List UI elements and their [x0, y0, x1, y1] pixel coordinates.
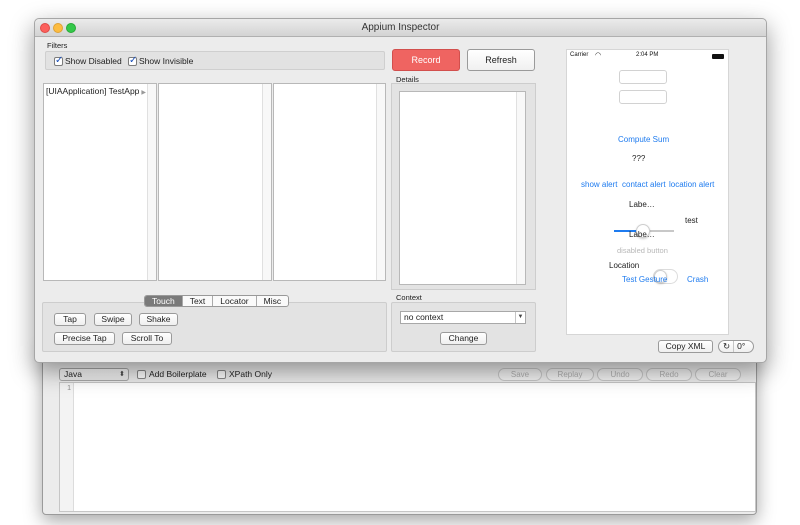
record-button[interactable]: Record — [392, 49, 460, 71]
show-disabled-checkbox[interactable]: Show Disabled — [54, 55, 122, 66]
disabled-button: disabled button — [617, 246, 668, 255]
xpath-only-checkbox[interactable]: XPath Only — [217, 369, 272, 379]
refresh-button[interactable]: Refresh — [467, 49, 535, 71]
scrollbar[interactable] — [147, 84, 156, 280]
undo-button[interactable]: Undo — [597, 368, 643, 381]
location-alert-button[interactable]: location alert — [669, 180, 714, 189]
precise-tap-button[interactable]: Precise Tap — [54, 332, 115, 345]
show-invisible-label: Show Invisible — [139, 56, 194, 66]
context-select[interactable]: no context ▼ — [400, 311, 526, 324]
element-tree-column-1[interactable]: [UIAApplication] TestApp ▶ — [43, 83, 157, 281]
add-boilerplate-label: Add Boilerplate — [149, 369, 207, 379]
details-text-area[interactable] — [399, 91, 526, 285]
checkbox-checked — [54, 55, 63, 66]
tab-touch[interactable]: Touch — [145, 296, 183, 306]
status-time: 2:04 PM — [636, 52, 659, 58]
rotation-value: 0° — [737, 341, 746, 351]
contact-alert-button[interactable]: contact alert — [622, 180, 666, 189]
result-label: ??? — [632, 154, 646, 163]
divider — [733, 341, 735, 352]
filters-panel: Show Disabled Show Invisible — [45, 51, 385, 70]
copy-xml-button[interactable]: Copy XML — [658, 340, 713, 353]
add-boilerplate-checkbox[interactable]: Add Boilerplate — [137, 369, 207, 379]
clear-button[interactable]: Clear — [695, 368, 741, 381]
device-preview[interactable]: Carrier ◠ 2:04 PM Compute Sum ??? show a… — [566, 49, 729, 335]
window-title: Appium Inspector — [361, 22, 440, 33]
tab-text[interactable]: Text — [183, 296, 214, 306]
checkbox-checked — [128, 55, 137, 66]
scrollbar[interactable] — [516, 92, 525, 284]
language-select-value: Java — [64, 369, 82, 379]
label-two: Labe… — [629, 230, 655, 239]
chevron-down-icon: ▼ — [515, 312, 525, 323]
show-alert-button[interactable]: show alert — [581, 180, 617, 189]
show-disabled-label: Show Disabled — [65, 56, 122, 66]
rotation-control[interactable]: ↻ 0° — [718, 340, 754, 353]
context-select-value: no context — [404, 312, 444, 322]
scroll-to-button[interactable]: Scroll To — [122, 332, 172, 345]
replay-button[interactable]: Replay — [546, 368, 594, 381]
change-context-button[interactable]: Change — [440, 332, 487, 345]
tab-misc[interactable]: Misc — [257, 296, 288, 306]
code-text-area[interactable]: 1 — [59, 382, 756, 512]
first-number-field[interactable] — [619, 70, 667, 84]
checkbox-box — [217, 369, 226, 379]
tree-item-root[interactable]: [UIAApplication] TestApp ▶ — [46, 86, 146, 96]
crash-button[interactable]: Crash — [687, 275, 708, 284]
compute-sum-button[interactable]: Compute Sum — [618, 135, 669, 144]
second-number-field[interactable] — [619, 90, 667, 104]
scrollbar[interactable] — [262, 84, 271, 280]
details-panel — [391, 83, 536, 290]
tab-locator[interactable]: Locator — [213, 296, 257, 306]
location-label: Location — [609, 261, 640, 270]
shake-button[interactable]: Shake — [139, 313, 178, 326]
tree-item-label: [UIAApplication] TestApp — [46, 86, 140, 96]
slider-label: test — [685, 216, 698, 225]
wifi-icon: ◠ — [595, 52, 602, 59]
test-gesture-button[interactable]: Test Gesture — [622, 275, 667, 284]
context-label: Context — [396, 293, 422, 302]
action-tabs: Touch Text Locator Misc — [144, 295, 290, 307]
save-button[interactable]: Save — [498, 368, 542, 381]
xpath-only-label: XPath Only — [229, 369, 272, 379]
inspector-window: Appium Inspector Filters Show Disabled S… — [34, 18, 767, 363]
element-tree-column-3[interactable] — [273, 83, 386, 281]
code-editor-window: Java ⬍ Add Boilerplate XPath Only Save R… — [42, 345, 757, 515]
filters-label: Filters — [47, 41, 68, 50]
tap-button[interactable]: Tap — [54, 313, 86, 326]
disclosure-arrow-icon: ▶ — [141, 90, 147, 96]
rotate-icon[interactable]: ↻ — [723, 341, 730, 352]
redo-button[interactable]: Redo — [646, 368, 692, 381]
scrollbar[interactable] — [376, 84, 385, 280]
checkbox-box — [137, 369, 146, 379]
show-invisible-checkbox[interactable]: Show Invisible — [128, 55, 194, 66]
label-one: Labe… — [629, 200, 655, 209]
select-arrows-icon: ⬍ — [119, 371, 125, 378]
line-number-gutter: 1 — [60, 383, 74, 511]
battery-icon — [712, 54, 724, 59]
element-tree-column-2[interactable] — [158, 83, 272, 281]
carrier-label: Carrier — [570, 52, 589, 58]
swipe-button[interactable]: Swipe — [94, 313, 132, 326]
line-number: 1 — [67, 385, 71, 392]
language-select[interactable]: Java ⬍ — [59, 368, 129, 381]
title-bar[interactable]: Appium Inspector — [35, 19, 766, 37]
